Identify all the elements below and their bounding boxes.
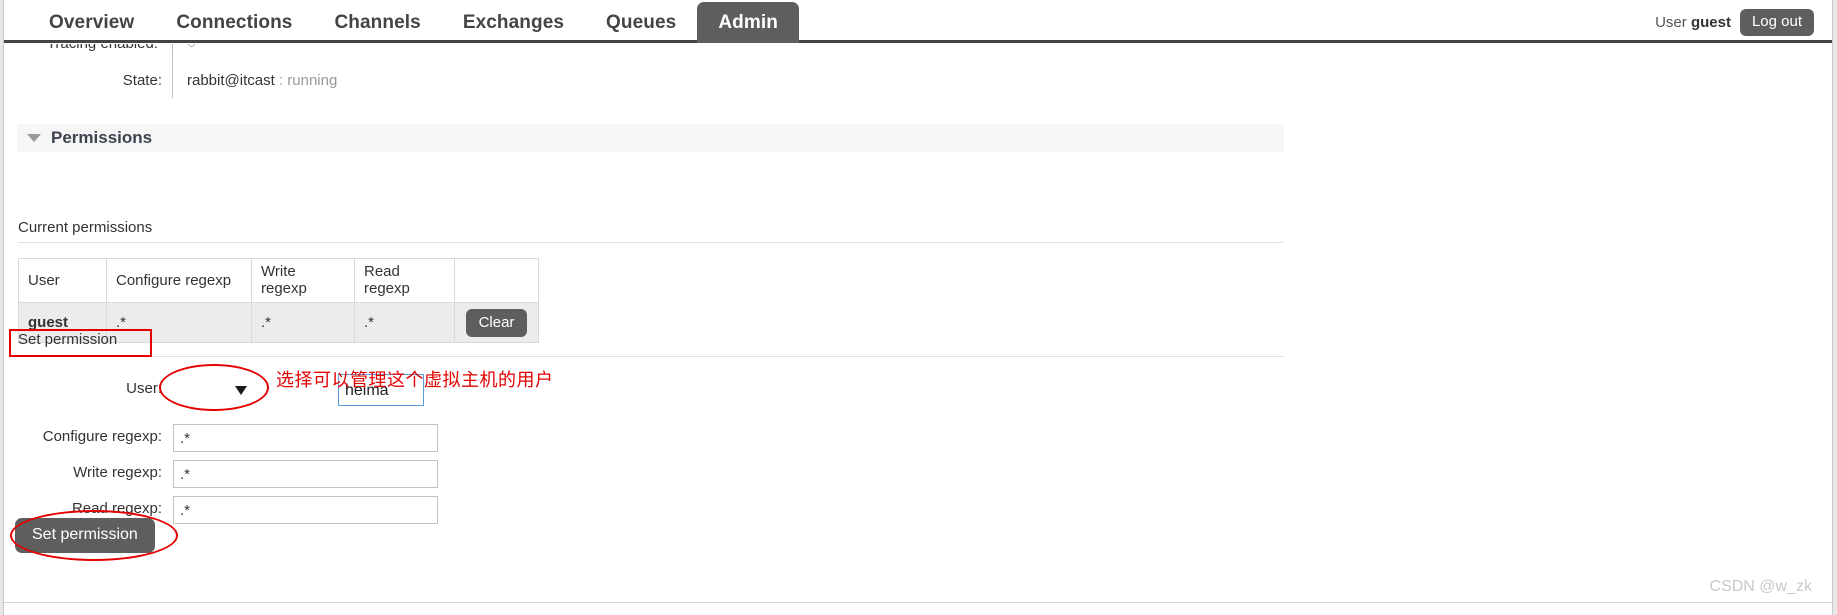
cell-read-regexp: .*: [354, 302, 455, 343]
configure-regexp-input[interactable]: [173, 424, 438, 452]
clear-permission-button[interactable]: Clear: [465, 308, 528, 337]
set-permission-divider: [18, 356, 1284, 357]
nav-tab-list: Overview Connections Channels Exchanges …: [28, 2, 799, 43]
nav-user-area: User guest Log out: [1655, 2, 1814, 43]
write-regexp-input[interactable]: [173, 460, 438, 488]
cell-configure-regexp: .*: [106, 302, 252, 343]
watermark-text: CSDN @w_zk: [1709, 578, 1812, 595]
cell-actions: Clear: [454, 302, 539, 343]
nav-tab-exchanges[interactable]: Exchanges: [442, 2, 585, 43]
permissions-section-header[interactable]: Permissions: [17, 124, 1284, 152]
tracing-enabled-value: ○: [187, 44, 196, 52]
user-prefix-text: User: [1655, 14, 1687, 31]
write-regexp-label: Write regexp:: [73, 464, 162, 481]
user-select[interactable]: heima: [338, 374, 424, 406]
content-bottom-border: [4, 602, 1832, 603]
rabbitmq-management-page: Overview Connections Channels Exchanges …: [0, 0, 1837, 615]
read-regexp-label: Read regexp:: [71, 500, 162, 517]
admin-content-panel: Tracing enabled: ○ State: rabbit@itcast …: [4, 44, 1832, 610]
state-row: State: rabbit@itcast : running: [4, 50, 704, 98]
current-permissions-divider: [18, 242, 1284, 243]
cell-write-regexp: .*: [251, 302, 355, 343]
nav-tab-channels[interactable]: Channels: [313, 2, 441, 43]
window-right-border: [1833, 0, 1837, 615]
state-label: State:: [122, 72, 162, 89]
user-field-label: User:: [126, 380, 162, 397]
permissions-section-title: Permissions: [51, 128, 153, 147]
set-permission-heading: Set permission: [18, 331, 118, 348]
tracing-enabled-label: Tracing enabled:: [47, 44, 158, 52]
tracing-enabled-row: Tracing enabled: ○: [4, 44, 704, 57]
triangle-down-icon[interactable]: [27, 134, 41, 142]
column-header-configure-regexp: Configure regexp: [106, 258, 252, 303]
main-navbar: Overview Connections Channels Exchanges …: [4, 2, 1832, 43]
nav-tab-queues[interactable]: Queues: [585, 2, 697, 43]
column-header-read-regexp: Read regexp: [354, 258, 455, 303]
set-permission-button[interactable]: Set permission: [15, 518, 155, 553]
nav-tab-overview[interactable]: Overview: [28, 2, 155, 43]
state-node-name: rabbit@itcast: [187, 72, 275, 89]
nav-tab-admin[interactable]: Admin: [697, 2, 799, 43]
logout-button[interactable]: Log out: [1739, 8, 1814, 37]
chevron-down-icon: [235, 386, 247, 395]
read-regexp-input[interactable]: [173, 496, 438, 524]
current-permissions-heading: Current permissions: [18, 219, 153, 236]
state-row-divider: [172, 50, 173, 98]
window-right-border-inner: [1832, 0, 1833, 615]
nav-tab-connections[interactable]: Connections: [155, 2, 313, 43]
user-name-text: guest: [1690, 14, 1731, 31]
column-header-user: User: [18, 258, 107, 303]
configure-regexp-label: Configure regexp:: [42, 428, 162, 445]
column-header-actions: [454, 258, 539, 303]
state-value: rabbit@itcast : running: [187, 72, 337, 89]
state-status-text: running: [287, 72, 338, 89]
user-select-wrapper: heima: [171, 374, 424, 406]
column-header-write-regexp: Write regexp: [251, 258, 355, 303]
table-header-row: User Configure regexp Write regexp Read …: [18, 258, 539, 303]
current-user-label: User guest: [1655, 14, 1731, 31]
